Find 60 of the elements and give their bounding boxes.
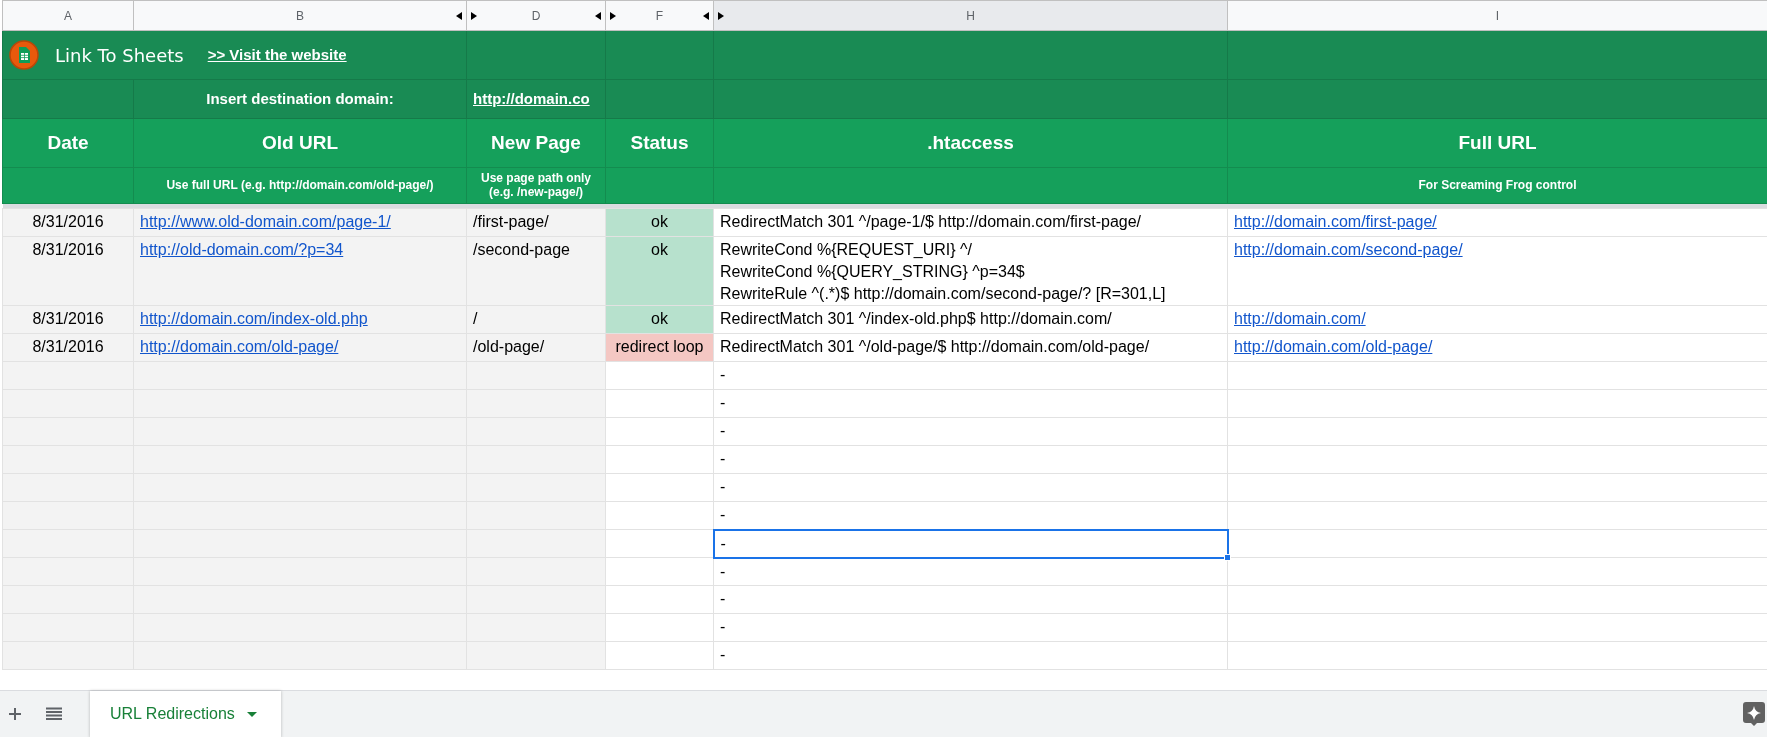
website-link[interactable]: >> Visit the website [207,43,347,67]
table-cell: /second-page [466,236,606,306]
url-link[interactable]: http://domain.com/ [1234,310,1366,327]
expand-left-icon[interactable] [456,12,462,20]
sparkle-icon [1743,702,1765,726]
status-cell: redirect loop [605,333,714,362]
expand-right-icon[interactable] [718,12,724,20]
url-link[interactable]: http://domain.com/second-page/ [1234,241,1463,258]
expand-left-icon[interactable] [703,12,709,20]
status-cell: ok [605,208,714,237]
table-cell[interactable]: - [713,613,1228,642]
status-cell: ok [605,305,714,334]
table-cell[interactable]: - [713,417,1228,446]
table-cell: RedirectMatch 301 ^/old-page/$ http://domain.com/old-page/ [713,333,1228,362]
sheet-tab[interactable]: URL Redirections [90,690,281,737]
column-hint: Use full URL (e.g. http://domain.com/old-page/) [166,177,434,192]
expand-right-icon[interactable] [471,12,477,20]
caret-icon [246,711,257,717]
table-cell[interactable]: - [713,445,1228,474]
column-title: Date [47,131,89,153]
column-hint: For Screaming Frog control [1418,177,1577,192]
plus-icon [8,707,22,721]
column-header[interactable]: I [1227,0,1767,31]
table-cell: RewriteCond %{REQUEST_URI} ^/ RewriteCond %{QUERY_STRING} ^p=34$ RewriteRule ^(.*)$ http://domain.com/second-page/? [R=301,L] [713,236,1228,306]
table-cell[interactable]: - [713,585,1228,614]
column-title: Status [630,131,689,153]
table-cell: /old-page/ [466,333,606,362]
column-header[interactable]: D [466,0,606,31]
table-cell: RedirectMatch 301 ^/index-old.php$ http://domain.com/ [713,305,1228,334]
table-cell[interactable]: - [713,361,1228,390]
column-header[interactable]: H [713,0,1228,31]
expand-right-icon[interactable] [610,12,616,20]
status-cell: ok [605,236,714,306]
fill-handle[interactable] [1223,553,1231,561]
table-cell: /first-page/ [466,208,606,237]
column-title: New Page [491,131,581,153]
app-title: Link To Sheets [55,43,184,68]
table-cell: RedirectMatch 301 ^/page-1/$ http://domain.com/first-page/ [713,208,1228,237]
table-cell[interactable]: - [713,389,1228,418]
table-cell[interactable]: - [713,641,1228,670]
explore-button[interactable] [1743,702,1765,726]
column-header[interactable]: F [605,0,714,31]
column-title: Full URL [1458,131,1537,153]
table-cell[interactable]: - [713,473,1228,502]
table-cell: 8/31/2016 [2,208,134,237]
table-cell: 8/31/2016 [2,236,134,306]
domain-label: Insert destination domain: [206,89,394,107]
table-cell: / [466,305,606,334]
column-hint: Use page path only (e.g. /new-page/) [481,170,591,199]
table-cell: 8/31/2016 [2,333,134,362]
table-cell[interactable]: - [713,529,1228,558]
url-link[interactable]: http://old-domain.com/?p=34 [140,241,344,258]
expand-left-icon[interactable] [595,12,601,20]
column-title: .htaccess [927,131,1014,153]
logo-icon [9,40,39,70]
table-cell: 8/31/2016 [2,305,134,334]
column-header[interactable]: B [133,0,467,31]
menu-icon [46,707,62,721]
column-header[interactable]: A [2,0,134,31]
column-title: Old URL [262,131,338,153]
